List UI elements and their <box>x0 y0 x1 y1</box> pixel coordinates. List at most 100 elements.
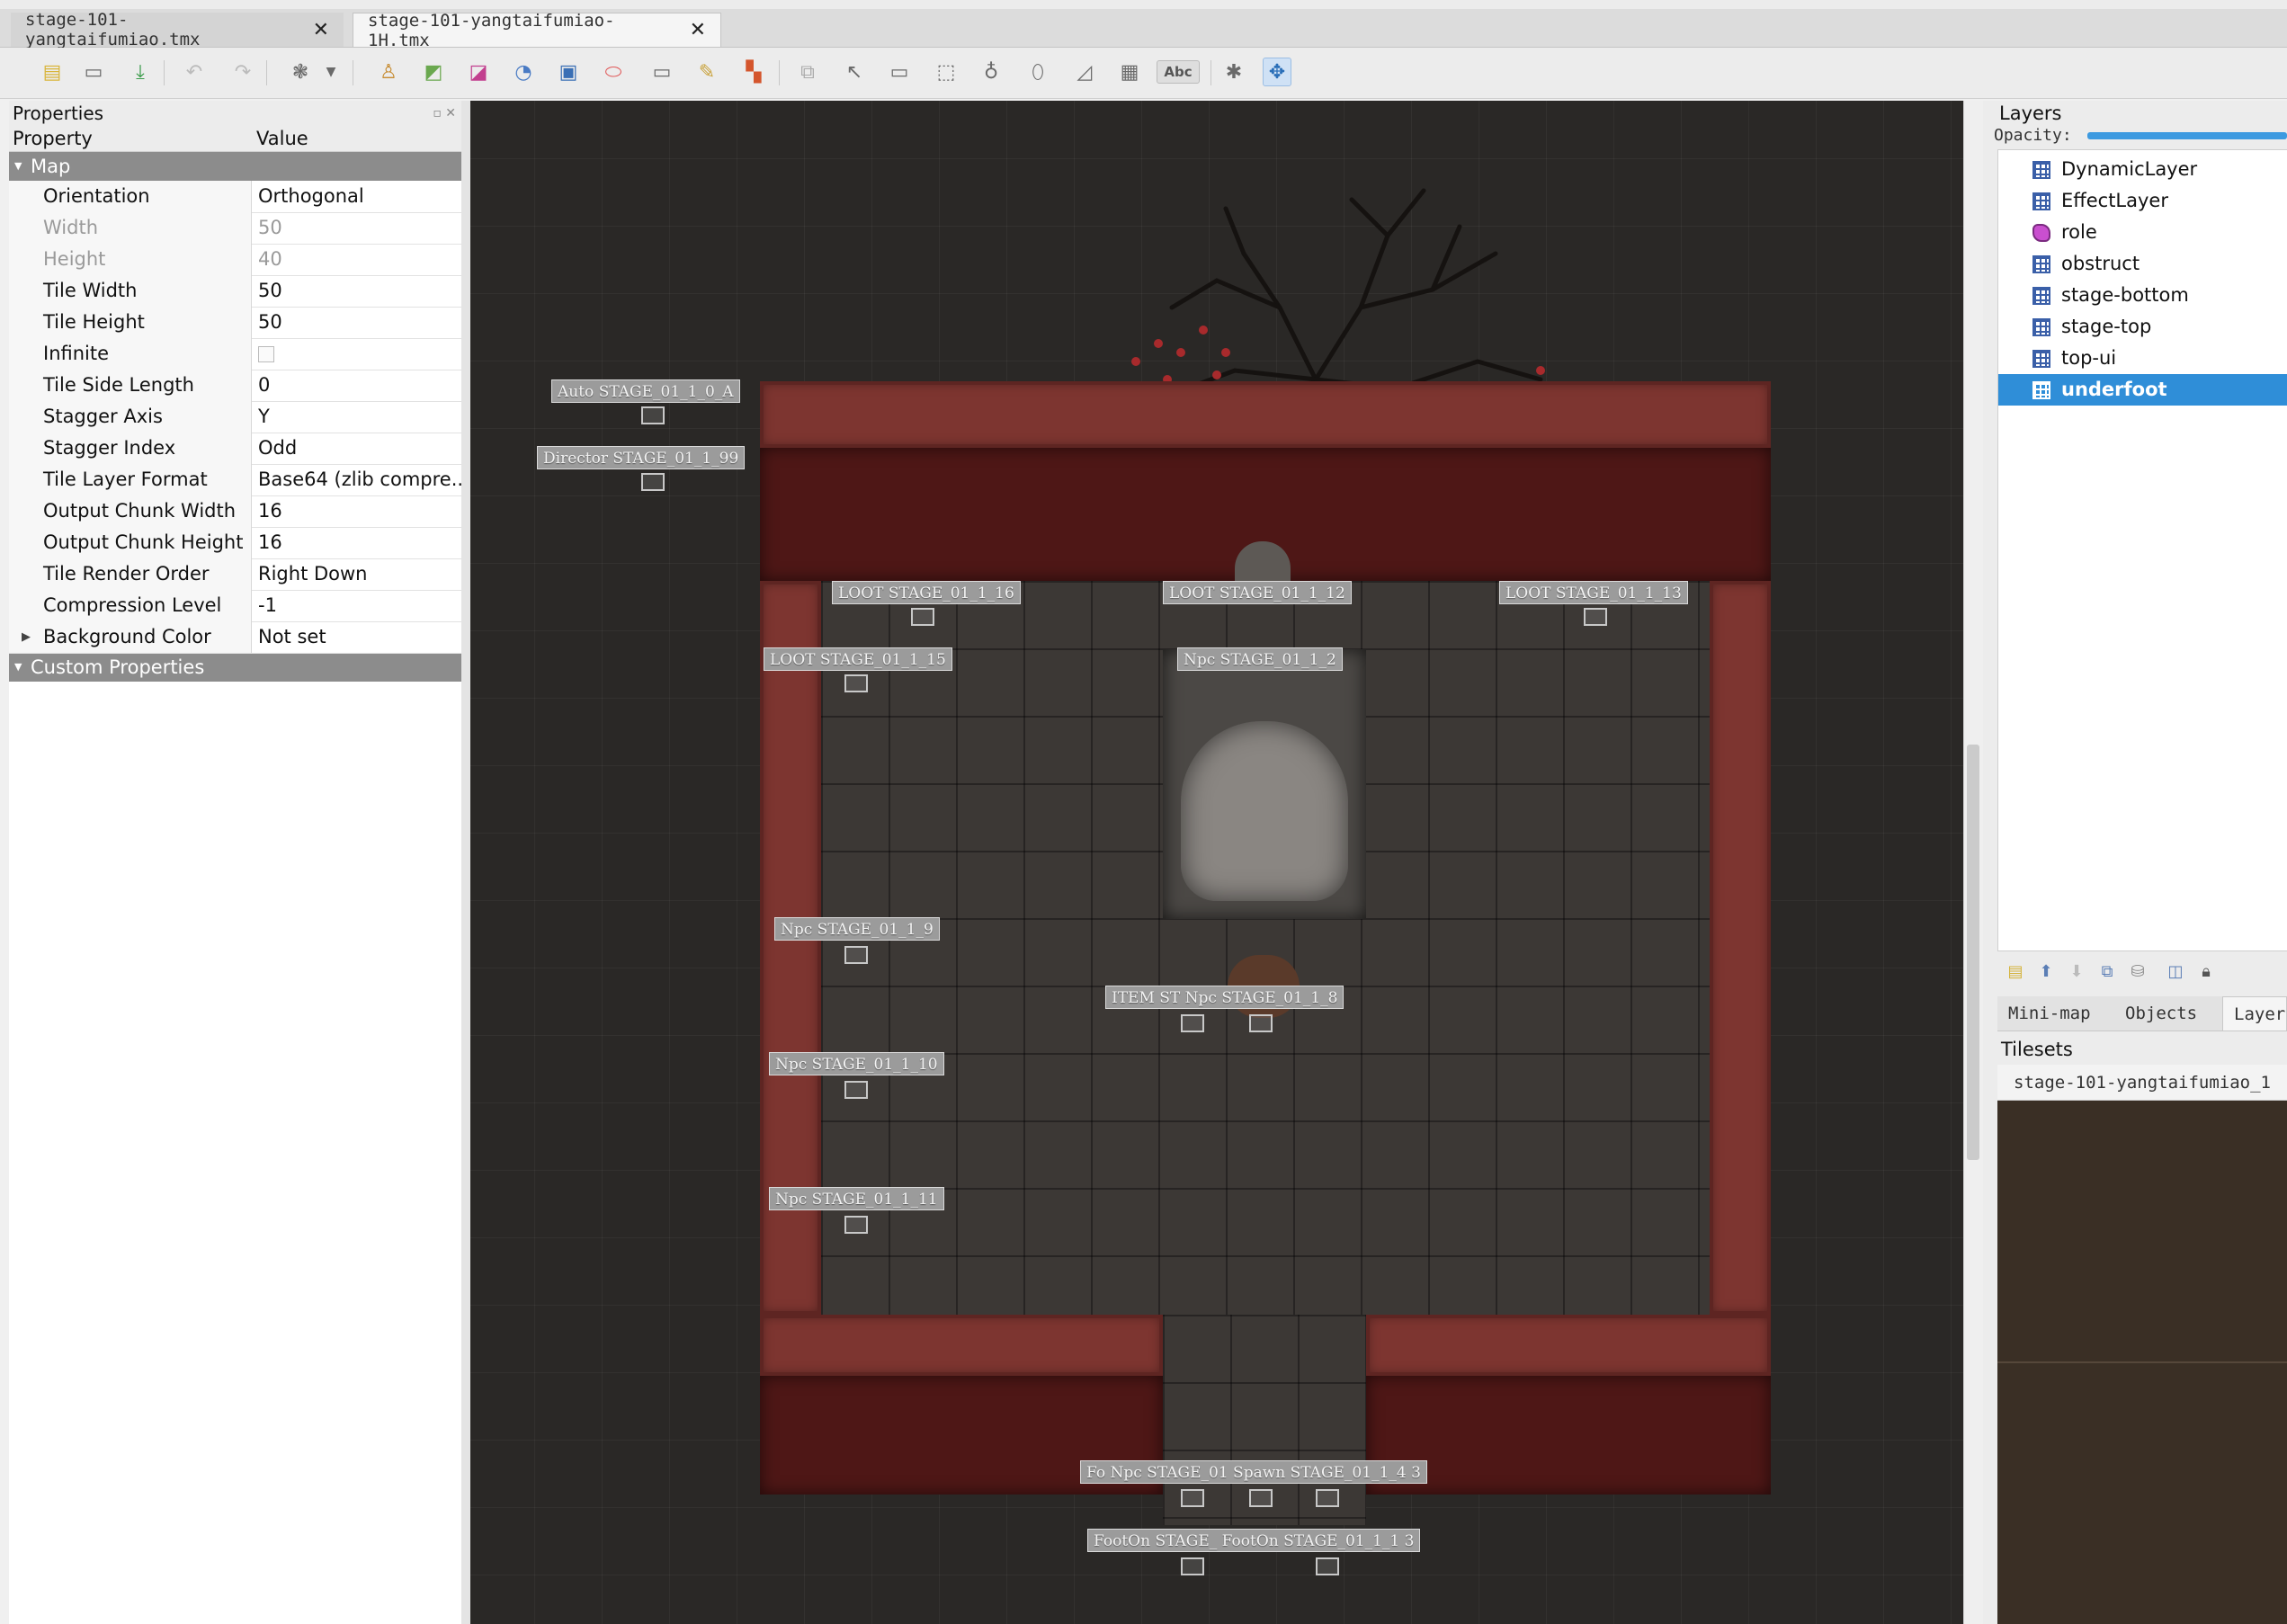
duplicate-layer-icon[interactable]: ⧉ <box>2096 960 2118 982</box>
new-layer-icon[interactable]: ▤ <box>2005 960 2026 982</box>
object-tag[interactable]: FootOn STAGE_ FootOn STAGE_01_1_1 3 <box>1087 1529 1421 1552</box>
object-marker[interactable] <box>1316 1557 1339 1575</box>
layer-item-top-ui[interactable]: top-ui <box>1998 343 2287 374</box>
property-value[interactable]: Y <box>253 401 461 433</box>
panel-splitter[interactable] <box>461 101 470 1624</box>
property-value[interactable]: 50 <box>253 307 461 338</box>
property-row[interactable]: Infinite <box>9 338 461 370</box>
world-tool-icon[interactable]: ✱ <box>1219 58 1248 86</box>
layer-item-stage-top[interactable]: stage-top <box>1998 311 2287 343</box>
insert-polygon-icon[interactable]: ◿ <box>1070 58 1099 86</box>
save-icon[interactable]: ⤓ <box>126 58 155 86</box>
object-marker[interactable] <box>1249 1489 1273 1507</box>
layer-item-dynamiclayer[interactable]: DynamicLayer <box>1998 154 2287 185</box>
lower-layer-icon[interactable]: ⬇ <box>2066 960 2087 982</box>
property-value[interactable]: 16 <box>253 495 461 527</box>
select-objects-icon[interactable]: ↖ <box>840 58 869 86</box>
property-value[interactable]: Orthogonal <box>253 181 461 212</box>
map-canvas[interactable]: Auto STAGE_01_1_0_A Director STAGE_01_1_… <box>470 101 1963 1624</box>
property-value[interactable]: 40 <box>253 244 461 275</box>
object-marker[interactable] <box>1249 1014 1273 1032</box>
panel-float-close-icon[interactable]: ▫ ✕ <box>433 101 456 126</box>
object-tag[interactable]: Npc STAGE_01_1_10 <box>769 1052 944 1075</box>
property-row[interactable]: Width 50 <box>9 212 461 245</box>
layer-item-stage-bottom[interactable]: stage-bottom <box>1998 280 2287 311</box>
property-row[interactable]: Compression Level -1 <box>9 590 461 622</box>
property-row[interactable]: Tile Width 50 <box>9 275 461 308</box>
object-tag[interactable]: Fo Npc STAGE_01 Spawn STAGE_01_1_4 3 <box>1080 1460 1427 1484</box>
bucket-fill-icon[interactable]: ◩ <box>419 58 448 86</box>
group-map[interactable]: ▼ Map <box>9 152 461 181</box>
dropdown-icon[interactable]: ▼ <box>317 58 345 86</box>
redo-icon[interactable]: ↷ <box>228 58 257 86</box>
object-marker[interactable] <box>844 1081 868 1099</box>
new-map-icon[interactable]: ▤ <box>38 58 67 86</box>
property-value[interactable]: -1 <box>253 590 461 621</box>
collapse-icon[interactable]: ▼ <box>14 653 22 682</box>
object-marker[interactable] <box>911 608 934 626</box>
object-marker[interactable] <box>844 674 868 692</box>
object-tag[interactable]: Npc STAGE_01_1_9 <box>774 917 940 941</box>
tab-stage-101-yangtaifumiao[interactable]: stage-101-yangtaifumiao.tmx ✕ <box>11 10 344 49</box>
move-icon[interactable]: ✥ <box>1263 58 1291 86</box>
object-marker[interactable] <box>641 406 665 424</box>
object-tag[interactable]: LOOT STAGE_01_1_13 <box>1499 581 1688 604</box>
object-marker[interactable] <box>844 946 868 964</box>
object-marker[interactable] <box>1181 1014 1204 1032</box>
property-row[interactable]: Height 40 <box>9 244 461 276</box>
layer-item-role[interactable]: role <box>1998 217 2287 248</box>
tab-mini-map[interactable]: Mini-map <box>1997 996 2114 1031</box>
property-row[interactable]: Output Chunk Width 16 <box>9 495 461 528</box>
object-marker[interactable] <box>844 1216 868 1234</box>
toggle-others-icon[interactable]: ◫ <box>2165 960 2186 982</box>
stamp-brush-icon[interactable]: ❃ <box>286 58 315 86</box>
remove-layer-icon[interactable]: ⛁ <box>2127 960 2149 982</box>
property-value[interactable]: 50 <box>253 212 461 244</box>
same-tile-icon[interactable]: ✎ <box>692 58 721 86</box>
object-marker[interactable] <box>641 473 665 491</box>
random-mode-icon[interactable]: ▚ <box>739 58 768 86</box>
terrain-brush-icon[interactable]: ♙ <box>374 58 403 86</box>
property-value[interactable]: 50 <box>253 275 461 307</box>
object-marker[interactable] <box>1584 608 1607 626</box>
tab-stage-101-yangtaifumiao-1h[interactable]: stage-101-yangtaifumiao-1H.tmx ✕ <box>353 11 721 50</box>
property-value[interactable]: Odd <box>253 433 461 464</box>
column-header-property[interactable]: Property <box>9 126 93 151</box>
property-row[interactable]: Tile Height 50 <box>9 307 461 339</box>
object-tag[interactable]: LOOT STAGE_01_1_15 <box>764 647 952 671</box>
property-row[interactable]: Orientation Orthogonal <box>9 181 461 213</box>
magic-wand-icon[interactable]: ◔ <box>509 58 538 86</box>
rect-select-icon[interactable]: ▭ <box>648 58 676 86</box>
eraser-icon[interactable]: ⬭ <box>599 58 628 86</box>
insert-ellipse-icon[interactable]: ⬯ <box>1023 58 1052 86</box>
wangset-icon[interactable]: ⧉ <box>793 58 822 86</box>
collapse-icon[interactable]: ▼ <box>14 152 22 181</box>
infinite-checkbox[interactable] <box>258 346 274 362</box>
property-row[interactable]: Tile Layer Format Base64 (zlib compre... <box>9 464 461 496</box>
insert-point-icon[interactable]: ♁ <box>977 58 1005 86</box>
property-value[interactable]: Right Down <box>253 558 461 590</box>
tileset-tab[interactable]: stage-101-yangtaifumiao_1 <box>1997 1065 2287 1101</box>
property-row[interactable]: Tile Render Order Right Down <box>9 558 461 591</box>
shape-fill-icon[interactable]: ◪ <box>464 58 493 86</box>
object-tag[interactable]: Auto STAGE_01_1_0_A <box>551 379 740 403</box>
object-marker[interactable] <box>1181 1557 1204 1575</box>
column-header-value[interactable]: Value <box>253 126 308 151</box>
object-tag[interactable]: Director STAGE_01_1_99 <box>537 446 746 469</box>
property-value[interactable] <box>253 338 461 370</box>
text-tool-icon[interactable]: Abc <box>1157 60 1200 84</box>
object-tag[interactable]: LOOT STAGE_01_1_12 <box>1163 581 1352 604</box>
insert-rectangle-icon[interactable]: ⬚ <box>932 58 960 86</box>
object-tag[interactable]: Npc STAGE_01_1_11 <box>769 1187 944 1210</box>
property-row[interactable]: Stagger Axis Y <box>9 401 461 433</box>
property-value[interactable]: Not set <box>253 621 461 653</box>
property-row[interactable]: Stagger Index Odd <box>9 433 461 465</box>
insert-tile-icon[interactable]: ▦ <box>1115 58 1144 86</box>
tab-layers[interactable]: Layer <box>2222 996 2287 1031</box>
scrollbar-thumb[interactable] <box>1967 745 1979 1160</box>
property-row[interactable]: Background Color ▶ Not set <box>9 621 461 654</box>
object-marker[interactable] <box>1316 1489 1339 1507</box>
layer-item-effectlayer[interactable]: EffectLayer <box>1998 185 2287 217</box>
object-tag[interactable]: Npc STAGE_01_1_2 <box>1177 647 1343 671</box>
property-value[interactable]: Base64 (zlib compre... <box>253 464 461 495</box>
